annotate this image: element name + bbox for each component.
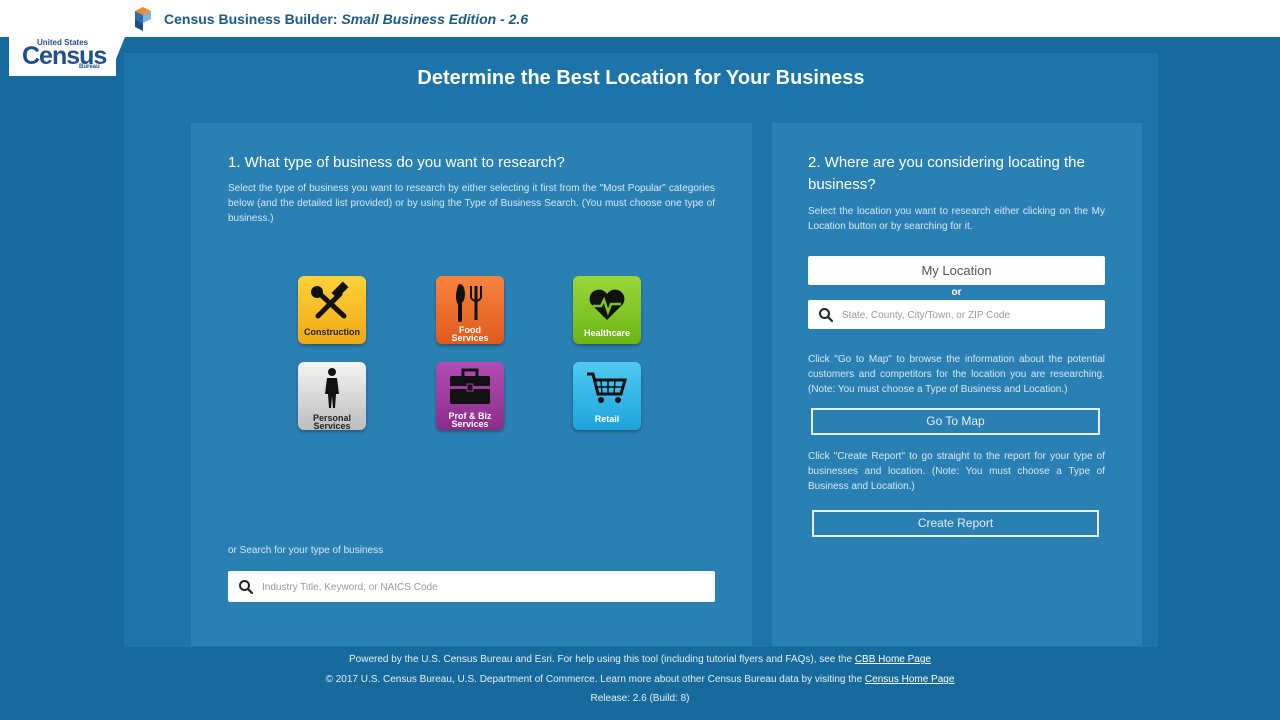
location-heading: 2. Where are you considering locating th… [808, 154, 1085, 193]
location-description: Select the location you want to research… [808, 206, 1105, 232]
create-report-note: Click "Create Report" to go straight to … [808, 451, 1105, 492]
search-icon [239, 580, 254, 595]
business-search-label: or Search for your type of business [228, 545, 384, 556]
category-construction[interactable]: Construction [298, 276, 366, 344]
app-title: Census Business Builder: Small Business … [164, 11, 529, 27]
create-report-button[interactable]: Create Report [812, 510, 1099, 537]
category-personal-services[interactable]: Personal Services [298, 362, 366, 430]
page-title: Determine the Best Location for Your Bus… [417, 67, 865, 89]
footer-release: Release: 2.6 (Build: 8) [590, 693, 690, 704]
category-food-services[interactable]: Food Services [436, 276, 504, 344]
or-separator: or [951, 287, 962, 298]
my-location-button[interactable]: My Location [808, 256, 1105, 285]
business-type-description: Select the type of business you want to … [228, 183, 715, 224]
census-logo[interactable]: United States Census Bureau [9, 37, 125, 76]
location-search-input[interactable] [842, 307, 1097, 323]
go-to-map-button[interactable]: Go To Map [811, 408, 1100, 435]
category-prof-biz-services[interactable]: Prof & Biz Services [436, 362, 504, 430]
census-home-page-link[interactable]: Census Home Page [865, 674, 955, 685]
cbb-logo-icon [132, 7, 152, 31]
footer-powered-by: Powered by the U.S. Census Bureau and Es… [349, 654, 931, 665]
business-search-input[interactable] [262, 579, 702, 595]
cbb-home-page-link[interactable]: CBB Home Page [855, 654, 931, 665]
location-card: 2. Where are you considering locating th… [772, 123, 1142, 646]
business-type-card: 1. What type of business do you want to … [191, 123, 752, 646]
search-icon [819, 308, 834, 323]
category-healthcare[interactable]: Healthcare [573, 276, 641, 344]
business-search-box[interactable] [228, 571, 715, 602]
location-search-box[interactable] [808, 300, 1105, 329]
app-header: Census Business Builder: Small Business … [0, 0, 1280, 37]
go-to-map-note: Click "Go to Map" to browse the informat… [808, 354, 1105, 395]
main-panel: Determine the Best Location for Your Bus… [124, 53, 1158, 647]
category-retail[interactable]: Retail [573, 362, 641, 430]
footer-copyright: © 2017 U.S. Census Bureau, U.S. Departme… [325, 674, 955, 685]
business-type-heading: 1. What type of business do you want to … [228, 154, 565, 171]
